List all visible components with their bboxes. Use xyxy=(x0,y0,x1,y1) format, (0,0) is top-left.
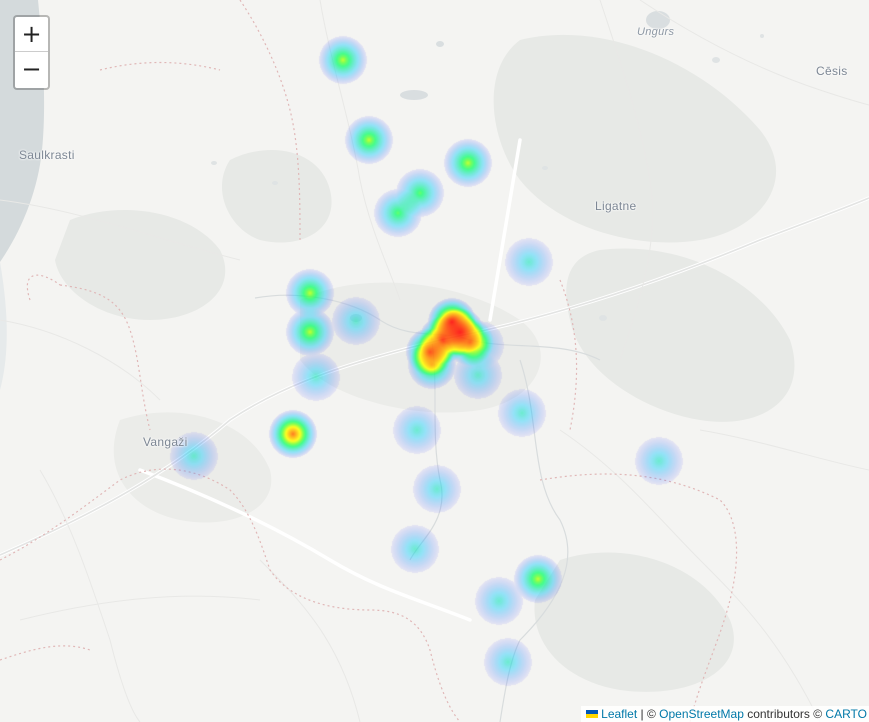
leaflet-link[interactable]: Leaflet xyxy=(601,707,637,721)
attribution-contributors-text: contributors © xyxy=(743,707,826,721)
openstreetmap-link[interactable]: OpenStreetMap xyxy=(659,707,744,721)
basemap xyxy=(0,0,869,722)
carto-link[interactable]: CARTO xyxy=(825,707,867,721)
place-label-ungurs: Ungurs xyxy=(637,26,675,38)
zoom-out-button[interactable]: − xyxy=(15,52,48,87)
attribution: Leaflet | © OpenStreetMap contributors ©… xyxy=(581,706,869,722)
place-label-vangazi: Vangaži xyxy=(143,435,188,449)
ukraine-flag-icon xyxy=(586,709,599,718)
zoom-control: + − xyxy=(13,15,50,90)
map-container[interactable]: Saulkrasti Ungurs Cēsis Ligatne Vangaži … xyxy=(0,0,869,722)
attribution-separator: | © xyxy=(637,707,660,721)
place-label-ligatne: Ligatne xyxy=(595,199,637,213)
place-label-saulkrasti: Saulkrasti xyxy=(19,148,75,162)
place-label-cesis: Cēsis xyxy=(816,64,848,78)
zoom-in-button[interactable]: + xyxy=(15,17,48,52)
